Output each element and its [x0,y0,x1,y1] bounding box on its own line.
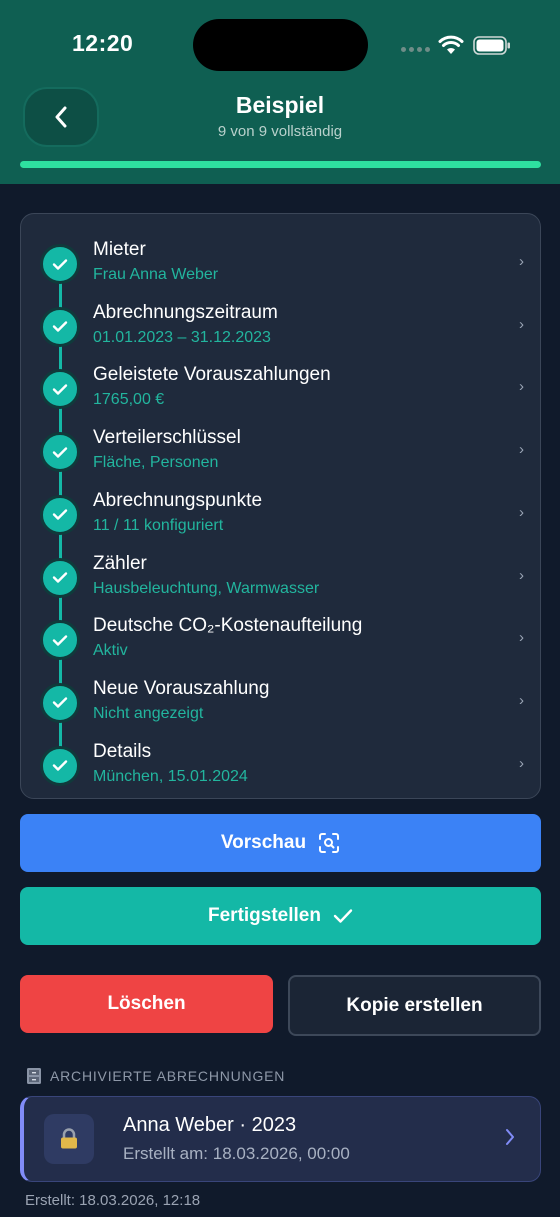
chevron-right-icon: › [519,566,524,584]
lock-icon-box [44,1114,94,1164]
step-item[interactable]: Mieter Frau Anna Weber › [21,222,540,284]
step-title: Neue Vorauszahlung [93,677,270,699]
dynamic-island [193,19,368,71]
delete-button[interactable]: Löschen [20,975,273,1033]
chevron-right-icon: › [519,754,524,772]
lock-icon [61,1128,77,1149]
preview-button-label: Vorschau [220,832,307,853]
step-complete-icon [40,557,80,598]
chevron-right-icon: › [519,253,524,270]
archive-item-subtitle: Erstellt am: 18.03.2026, 00:00 [123,1144,350,1163]
step-complete-icon [40,682,80,723]
preview-button[interactable]: Vorschau [20,814,541,872]
checkmark-icon [52,697,68,709]
step-item[interactable]: Details München, 15.01.2024 › [21,724,540,786]
step-subtitle: Fläche, Personen [93,454,219,472]
step-title: Zähler [93,552,147,574]
checkmark-icon [52,258,68,270]
wifi-icon [438,35,464,54]
step-title: Abrechnungszeitraum [93,301,278,323]
step-complete-icon [40,306,80,347]
checkmark-icon [52,634,68,646]
steps-card: Mieter Frau Anna Weber › Abrechnungszeitrau… [20,213,541,799]
step-subtitle: Hausbeleuchtung, Warmwasser [93,579,320,597]
created-timestamp: Erstellt: 18.03.2026, 12:18 [25,1192,201,1209]
step-complete-icon [40,432,80,473]
header: 12:20 Beispiel 9 von 9 vollständig [0,0,560,184]
step-item[interactable]: Zähler Hausbeleuchtung, Warmwasser › [21,536,540,598]
archive-item-title: Anna Weber · 2023 [123,1114,297,1136]
step-subtitle: Aktiv [93,642,128,660]
step-subtitle: 1765,00 € [93,391,165,409]
page-title: Beispiel [235,92,325,118]
checkmark-icon [52,321,68,332]
archive-section-label: ARCHIVIERTE ABRECHNUNGEN [26,1067,285,1085]
progress-fill [20,161,541,168]
checkmark-icon [52,384,68,395]
scan-preview-icon [319,833,340,853]
delete-button-label: Löschen [107,993,186,1014]
finish-button-label: Fertigstellen [208,905,321,926]
finish-button[interactable]: Fertigstellen [20,887,541,945]
chevron-right-icon: › [519,503,524,521]
status-time: 12:20 [72,30,134,56]
step-title: Geleistete Vorauszahlungen [93,364,331,386]
chevron-right-icon: › [519,441,524,459]
copy-button-label: Kopie erstellen [346,994,483,1016]
cellular-signal-icon [401,47,430,52]
step-title: Verteilerschlüssel [93,427,241,449]
chevron-right-icon: › [519,629,524,647]
checkmark-icon [52,446,68,458]
progress-bar [20,161,541,168]
battery-icon [473,36,510,55]
step-subtitle: Nicht angezeigt [93,704,204,722]
step-subtitle: 01.01.2023 – 31.12.2023 [93,328,271,346]
copy-button[interactable]: Kopie erstellen [288,975,541,1036]
step-title: Deutsche CO₂-Kostenaufteilung [93,615,363,637]
step-item[interactable]: Abrechnungszeitraum 01.01.2023 – 31.12.20… [21,285,540,347]
checkmark-icon [52,760,68,771]
page-subtitle: 9 von 9 vollständig [217,123,343,140]
step-subtitle: 11 / 11 konfiguriert [93,516,224,534]
checkmark-icon [52,509,68,520]
chevron-right-icon: › [519,378,524,396]
step-subtitle: München, 15.01.2024 [93,767,248,785]
step-complete-icon [40,369,80,410]
step-complete-icon [40,745,80,786]
chevron-right-icon [506,1129,514,1145]
step-subtitle: Frau Anna Weber [93,266,219,283]
step-complete-icon [40,244,80,284]
archive-section-title: ARCHIVIERTE ABRECHNUNGEN [50,1068,286,1084]
checkmark-icon [333,909,353,923]
step-title: Mieter [93,239,146,260]
chevron-right-icon: › [519,315,524,333]
step-complete-icon [40,620,80,661]
step-item[interactable]: Deutsche CO₂-Kostenaufteilung Aktiv › [21,598,540,661]
step-title: Abrechnungspunkte [93,489,263,511]
step-item[interactable]: Geleistete Vorauszahlungen 1765,00 € › [21,347,540,410]
file-cabinet-icon [27,1068,41,1084]
chevron-right-icon: › [519,691,524,709]
step-item[interactable]: Abrechnungspunkte 11 / 11 konfiguriert › [21,473,540,535]
step-item[interactable]: Verteilerschlüssel Fläche, Personen › [21,410,540,473]
step-title: Details [93,740,152,762]
checkmark-icon [52,572,68,583]
archive-item[interactable]: Anna Weber · 2023 Erstellt am: 18.03.202… [20,1096,541,1182]
step-complete-icon [40,494,80,535]
step-item[interactable]: Neue Vorauszahlung Nicht angezeigt › [21,661,540,723]
